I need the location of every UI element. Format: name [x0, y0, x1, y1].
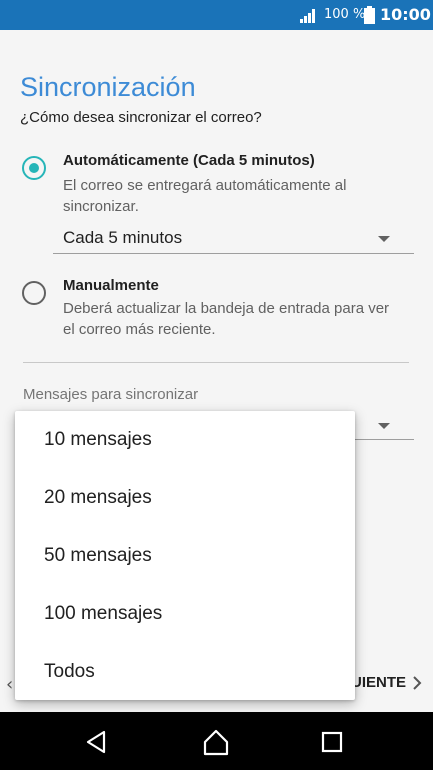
battery-percentage: 100 % — [324, 7, 366, 22]
option-automatic-title[interactable]: Automáticamente (Cada 5 minutos) — [63, 152, 315, 169]
dropdown-item-20[interactable]: 20 mensajes — [15, 469, 355, 527]
status-time: 10:00 — [380, 5, 431, 24]
select-underline — [355, 439, 414, 440]
radio-manual[interactable] — [22, 281, 46, 305]
radio-automatic[interactable] — [22, 156, 46, 180]
dropdown-item-10[interactable]: 10 mensajes — [15, 411, 355, 469]
recents-icon[interactable] — [316, 726, 348, 758]
back-icon[interactable] — [80, 726, 112, 758]
dropdown-item-100[interactable]: 100 mensajes — [15, 585, 355, 643]
home-icon[interactable] — [200, 726, 232, 758]
dropdown-arrow-icon — [378, 423, 390, 429]
divider — [23, 362, 409, 363]
chevron-right-icon[interactable] — [410, 672, 424, 694]
select-underline — [53, 253, 414, 254]
messages-section-label: Mensajes para sincronizar — [23, 386, 199, 403]
option-manual-description: Deberá actualizar la bandeja de entrada … — [63, 300, 390, 338]
status-bar: 100 % 10:00 — [0, 0, 433, 30]
dropdown-item-50[interactable]: 50 mensajes — [15, 527, 355, 585]
dropdown-item-all[interactable]: Todos — [15, 643, 355, 701]
navigation-bar — [0, 712, 433, 770]
messages-dropdown-menu: 10 mensajes 20 mensajes 50 mensajes 100 … — [15, 411, 355, 700]
frequency-select-value: Cada 5 minutos — [63, 228, 183, 247]
battery-icon — [364, 6, 375, 24]
signal-icon — [300, 9, 315, 23]
dropdown-arrow-icon — [378, 236, 390, 242]
page-title: Sincronización — [20, 72, 196, 102]
page-subtitle: ¿Cómo desea sincronizar el correo? — [20, 109, 262, 126]
option-automatic-description: El correo se entregará automáticamente a… — [63, 177, 347, 215]
previous-chevron-icon[interactable]: ‹ — [6, 674, 13, 695]
option-manual-title[interactable]: Manualmente — [63, 277, 159, 294]
